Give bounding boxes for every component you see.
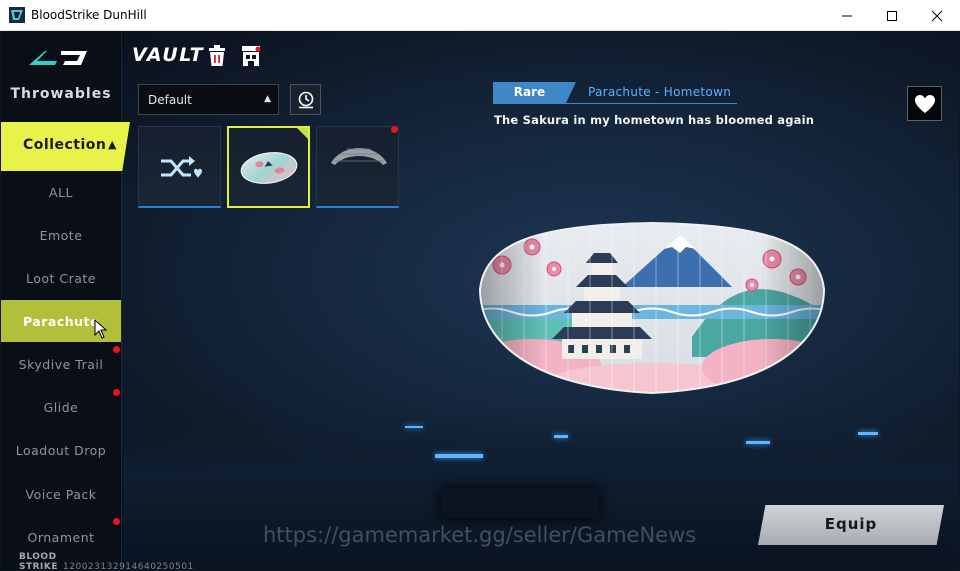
tile-parachute-hometown[interactable] [227,126,310,208]
new-badge [113,346,120,353]
sidebar-item-voice-pack[interactable]: Voice Pack [1,473,121,515]
close-icon [931,10,943,21]
category-label: Loot Crate [25,270,97,286]
window-titlebar: BloodStrike DunHill [0,0,960,31]
sidebar-item-loadout-drop[interactable]: Loadout Drop [1,429,121,471]
collection-label: Collection [23,137,107,153]
maximize-button[interactable] [869,0,915,31]
close-button[interactable] [914,0,960,31]
tile-random[interactable] [138,126,221,208]
equip-button[interactable]: Equip [758,505,944,545]
history-button[interactable] [290,84,321,115]
new-badge [391,126,398,133]
tile-parachute-grey[interactable] [316,126,399,208]
cursor-icon [94,319,108,339]
parachute-preview [478,221,826,395]
minimize-button[interactable] [824,0,870,31]
sidebar-item-glide[interactable]: Glide [1,386,121,428]
new-badge [113,389,120,396]
app-icon [9,7,25,23]
delete-icon[interactable] [206,44,228,68]
item-name-underline [493,103,737,104]
game-viewport: Throwables Collection ▲ ALL Emote Loot C… [1,31,959,570]
history-icon [298,91,313,108]
collection-toggle[interactable]: Collection ▲ [1,122,130,171]
sidebar-item-all[interactable]: ALL [1,171,121,213]
category-label: Voice Pack [25,486,97,502]
footer-brand: BLOOD STRIKE [19,552,59,570]
sidebar-item-skydive-trail[interactable]: Skydive Trail [1,343,121,385]
category-label: Glide [43,399,79,415]
grey-parachute-thumbnail [331,148,387,165]
selected-corner-marker [297,128,308,139]
shop-icon[interactable] [240,44,262,68]
category-label: Loadout Drop [15,442,107,458]
heart-icon [914,94,935,113]
section-title: Throwables [10,86,112,102]
build-footer: BLOOD STRIKE120023132914640250501 1431 [19,552,194,570]
stage-light [435,454,483,458]
sidebar-item-emote[interactable]: Emote [1,214,121,256]
logo-icon [29,51,87,65]
item-description: The Sakura in my hometown has bloomed ag… [494,113,815,127]
rarity-badge: Rare [493,82,576,103]
shuffle-heart-icon [161,156,202,178]
minimize-icon [842,15,852,16]
stage-pedestal [441,488,599,518]
caret-up-icon: ▲ [264,94,271,104]
sidebar: Throwables Collection ▲ ALL Emote Loot C… [1,31,193,570]
page-title: VAULT [132,44,205,66]
filter-value: Default [148,93,192,107]
triangle-up-icon: ▲ [108,138,117,151]
sakura-parachute-thumbnail [240,152,298,184]
stage-light [858,432,878,435]
category-label: ALL [49,184,73,200]
window-title: BloodStrike DunHill [31,8,147,22]
category-label: Parachute [22,313,100,329]
category-label: Skydive Trail [18,356,104,372]
category-label: Emote [39,227,83,243]
new-badge [113,518,120,525]
maximize-icon [887,10,897,21]
favorite-button[interactable] [907,86,942,121]
stage-light [746,441,770,444]
stage-light [554,435,568,438]
stage-light [405,426,423,428]
filter-dropdown[interactable]: Default ▲ [138,84,279,115]
category-label: Ornament [27,529,95,545]
sidebar-item-loot-crate[interactable]: Loot Crate [1,257,121,299]
watermark: https://gamemarket.gg/seller/GameNews [263,523,697,547]
equip-label: Equip [824,515,878,533]
item-name: Parachute - Hometown [588,85,732,99]
